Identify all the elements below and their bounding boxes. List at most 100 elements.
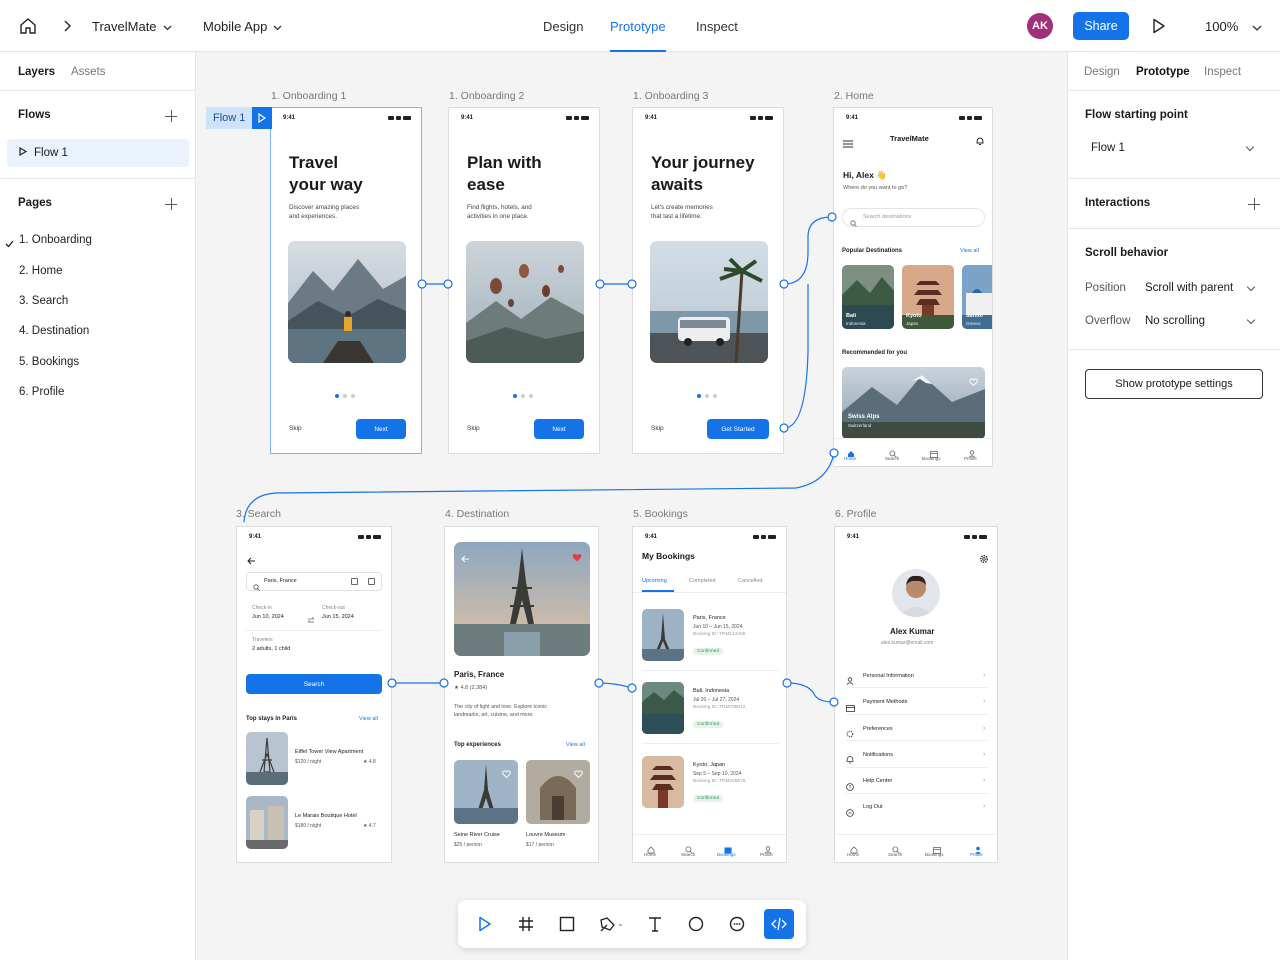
- frame-search[interactable]: 9:41 Paris, France Check-in Jun 10, 2024…: [236, 526, 392, 863]
- tab-layers[interactable]: Layers: [18, 66, 55, 78]
- checkout-value[interactable]: Jun 15, 2024: [322, 614, 354, 620]
- frame-label[interactable]: 1. Onboarding 1: [271, 90, 346, 102]
- share-button[interactable]: Share: [1073, 12, 1129, 40]
- frame-destination[interactable]: Paris, France ★ 4.8 (2,384) The city of …: [444, 526, 599, 863]
- add-flow-icon[interactable]: [165, 110, 177, 122]
- frame-onboarding-1[interactable]: 9:41 Travel your way Discover amazing pl…: [270, 107, 422, 454]
- calendar-icon[interactable]: [351, 578, 358, 585]
- frame-profile[interactable]: 9:41 Alex Kumar alex.kumar@email.com Per…: [834, 526, 998, 863]
- skip-link[interactable]: Skip: [467, 425, 480, 432]
- recommended-card[interactable]: Swiss Alps Switzerland: [842, 367, 985, 439]
- page-item-home[interactable]: 2. Home: [19, 265, 62, 277]
- tab-assets[interactable]: Assets: [71, 66, 106, 78]
- menu-item-notifications[interactable]: Notifications: [863, 752, 893, 758]
- canvas[interactable]: 1. Onboarding 1 9:41 Travel your way Dis…: [196, 52, 1067, 960]
- flow-start-tag[interactable]: Flow 1: [206, 107, 273, 129]
- page-item-search[interactable]: 3. Search: [19, 295, 68, 307]
- position-select[interactable]: Scroll with parent: [1145, 282, 1233, 294]
- menu-item-payment[interactable]: Payment Methods: [863, 699, 907, 705]
- flow-start-select[interactable]: Flow 1: [1091, 142, 1125, 154]
- play-icon[interactable]: [1152, 0, 1166, 52]
- pen-tool-icon[interactable]: [593, 909, 631, 939]
- destination-card-bali[interactable]: Bali Indonesia: [842, 265, 894, 329]
- prototype-settings-button[interactable]: Show prototype settings: [1085, 369, 1263, 399]
- add-interaction-icon[interactable]: [1248, 198, 1260, 210]
- search-bar[interactable]: Search destinations: [842, 208, 985, 227]
- search-button[interactable]: Search: [246, 674, 382, 694]
- ellipse-tool-icon[interactable]: [681, 909, 711, 939]
- flow-item-1[interactable]: Flow 1: [7, 139, 189, 167]
- profile-avatar[interactable]: [892, 569, 940, 617]
- get-started-button[interactable]: Get Started: [707, 419, 769, 439]
- page-item-bookings[interactable]: 5. Bookings: [19, 356, 79, 368]
- view-all-link[interactable]: View all: [566, 742, 585, 748]
- frame-onboarding-2[interactable]: 9:41 Plan with ease Find flights, hotels…: [448, 107, 600, 454]
- frame-bookings[interactable]: 9:41 My Bookings Upcoming Completed Canc…: [632, 526, 787, 863]
- tab-cancelled[interactable]: Cancelled: [738, 578, 762, 584]
- menu-item-personal[interactable]: Personal Information: [863, 673, 914, 679]
- back-arrow-icon[interactable]: [247, 552, 256, 570]
- overflow-select[interactable]: No scrolling: [1145, 315, 1205, 327]
- experience-card-image[interactable]: [526, 760, 590, 824]
- travelers-value[interactable]: 2 adults, 1 child: [252, 646, 290, 652]
- tab-upcoming[interactable]: Upcoming: [642, 578, 667, 584]
- text-tool-icon[interactable]: [640, 909, 670, 939]
- frame-onboarding-3[interactable]: 9:41 Your journey awaits Let's create me…: [632, 107, 784, 454]
- skip-link[interactable]: Skip: [651, 425, 664, 432]
- view-all-link[interactable]: View all: [359, 716, 378, 722]
- menu-item-logout[interactable]: Log Out: [863, 804, 883, 810]
- heart-icon[interactable]: [502, 765, 511, 783]
- tab-completed[interactable]: Completed: [689, 578, 716, 584]
- add-page-icon[interactable]: [165, 198, 177, 210]
- panel-tab-inspect[interactable]: Inspect: [1204, 66, 1241, 78]
- frame-home[interactable]: 9:41 TravelMate Hi, Alex 👋 Where do you …: [833, 107, 993, 467]
- bell-icon[interactable]: [976, 133, 984, 151]
- tab-design[interactable]: Design: [543, 0, 583, 52]
- menu-item-help[interactable]: Help Center: [863, 778, 892, 784]
- tab-inspect[interactable]: Inspect: [696, 0, 738, 52]
- skip-link[interactable]: Skip: [289, 425, 302, 432]
- destination-card-kyoto[interactable]: Kyoto Japan: [902, 265, 954, 329]
- play-icon[interactable]: [252, 107, 273, 129]
- page-item-destination[interactable]: 4. Destination: [19, 325, 89, 337]
- play-icon[interactable]: [470, 909, 500, 939]
- panel-tab-design[interactable]: Design: [1084, 66, 1120, 78]
- gear-icon[interactable]: [979, 551, 989, 569]
- tab-prototype[interactable]: Prototype: [610, 0, 666, 52]
- zoom-dropdown[interactable]: 100%: [1205, 0, 1262, 52]
- menu-icon[interactable]: [843, 135, 853, 153]
- page-item-profile[interactable]: 6. Profile: [19, 386, 64, 398]
- frame-label[interactable]: 5. Bookings: [633, 508, 688, 520]
- heart-icon[interactable]: [572, 549, 582, 567]
- frame-label[interactable]: 3. Search: [236, 508, 281, 520]
- view-all-link[interactable]: View all: [960, 248, 979, 254]
- next-button[interactable]: Next: [356, 419, 406, 439]
- rectangle-tool-icon[interactable]: [552, 909, 582, 939]
- next-button[interactable]: Next: [534, 419, 584, 439]
- comment-tool-icon[interactable]: [722, 909, 752, 939]
- frame-label[interactable]: 6. Profile: [835, 508, 876, 520]
- heart-icon[interactable]: [969, 373, 978, 391]
- experience-card-image[interactable]: [454, 760, 518, 824]
- home-icon[interactable]: [19, 0, 37, 52]
- frame-label[interactable]: 4. Destination: [445, 508, 509, 520]
- project-dropdown[interactable]: TravelMate: [92, 0, 172, 52]
- code-tool-icon[interactable]: [764, 909, 794, 939]
- stay-image[interactable]: [246, 732, 288, 785]
- frame-tool-icon[interactable]: [511, 909, 541, 939]
- destination-card-santorini[interactable]: Santor Greece: [962, 265, 992, 329]
- menu-item-preferences[interactable]: Preferences: [863, 726, 893, 732]
- frame-label[interactable]: 1. Onboarding 3: [633, 90, 708, 102]
- filter-icon[interactable]: [368, 578, 375, 585]
- back-arrow-icon[interactable]: [461, 550, 470, 568]
- frame-label[interactable]: 1. Onboarding 2: [449, 90, 524, 102]
- frame-label[interactable]: 2. Home: [834, 90, 874, 102]
- user-avatar[interactable]: AK: [1027, 13, 1053, 39]
- file-dropdown[interactable]: Mobile App: [203, 0, 282, 52]
- heart-icon[interactable]: [574, 765, 583, 783]
- panel-tab-prototype[interactable]: Prototype: [1136, 66, 1190, 78]
- stay-image[interactable]: [246, 796, 288, 849]
- checkin-value[interactable]: Jun 10, 2024: [252, 614, 284, 620]
- search-field[interactable]: Paris, France: [246, 572, 382, 591]
- page-item-onboarding[interactable]: 1. Onboarding: [19, 234, 92, 246]
